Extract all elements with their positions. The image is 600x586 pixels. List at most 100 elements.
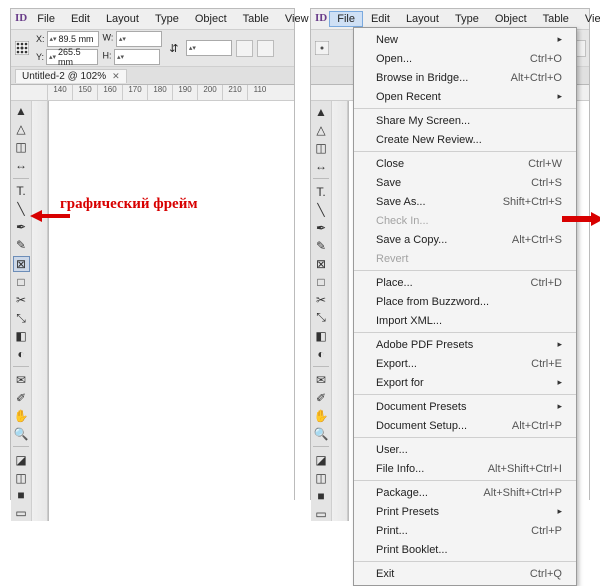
menu-layout[interactable]: Layout	[398, 11, 447, 27]
menu-item-place[interactable]: Place...Ctrl+D	[354, 273, 576, 292]
menu-item-open-recent[interactable]: Open Recent▸	[354, 87, 576, 106]
scissors-tool[interactable]: ✂	[313, 292, 329, 307]
menu-edit[interactable]: Edit	[363, 11, 398, 27]
x-label: X:	[36, 34, 45, 44]
note-tool[interactable]: ✉	[313, 372, 329, 387]
selection-tool[interactable]: ▲	[313, 104, 329, 119]
gradient-swatch-tool[interactable]: ◧	[13, 329, 29, 344]
fill-stroke[interactable]: ◪	[313, 452, 329, 467]
zoom-tool[interactable]: 🔍	[13, 426, 29, 441]
menu-item-user[interactable]: User...	[354, 440, 576, 459]
menu-item-export[interactable]: Export...Ctrl+E	[354, 354, 576, 373]
rectangle-frame-tool[interactable]: ⊠	[313, 256, 329, 271]
page-tool[interactable]: ◫	[13, 140, 29, 155]
menu-item-place-from-buzzword[interactable]: Place from Buzzword...	[354, 292, 576, 311]
gradient-feather-tool[interactable]: ◐	[313, 346, 329, 361]
close-icon[interactable]: ✕	[112, 71, 120, 82]
reference-point-icon[interactable]	[314, 40, 330, 56]
menu-item-save[interactable]: SaveCtrl+S	[354, 173, 576, 192]
screen-mode[interactable]: ▭	[13, 506, 29, 521]
zoom-tool[interactable]: 🔍	[313, 426, 329, 441]
menu-item-document-presets[interactable]: Document Presets▸	[354, 397, 576, 416]
line-tool[interactable]: ╲	[313, 202, 329, 217]
menu-item-document-setup[interactable]: Document Setup...Alt+Ctrl+P	[354, 416, 576, 435]
menu-item-open[interactable]: Open...Ctrl+O	[354, 49, 576, 68]
gap-tool[interactable]: ↔	[313, 158, 329, 173]
pen-tool[interactable]: ✒	[313, 220, 329, 235]
pencil-tool[interactable]: ✎	[313, 238, 329, 253]
gradient-feather-tool[interactable]: ◐	[13, 346, 29, 361]
menu-item-new[interactable]: New▸	[354, 30, 576, 49]
document-tab[interactable]: Untitled-2 @ 102% ✕	[15, 69, 127, 83]
direct-selection-tool[interactable]: △	[313, 122, 329, 137]
pen-tool[interactable]: ✒	[13, 220, 29, 235]
menu-item-print-booklet[interactable]: Print Booklet...	[354, 540, 576, 559]
menu-item-create-new-review[interactable]: Create New Review...	[354, 130, 576, 149]
hand-tool[interactable]: ✋	[313, 408, 329, 423]
menu-file[interactable]: File	[29, 11, 63, 27]
menu-item-shortcut: Alt+Shift+Ctrl+I	[488, 463, 562, 475]
menu-item-file-info[interactable]: File Info...Alt+Shift+Ctrl+I	[354, 459, 576, 478]
link-icon[interactable]: ⇵	[166, 40, 182, 56]
rotate-icon[interactable]	[257, 40, 274, 57]
gradient-swatch-tool[interactable]: ◧	[313, 328, 329, 343]
default-fill-stroke[interactable]: ◫	[13, 470, 29, 485]
eyedropper-tool[interactable]: ✐	[313, 390, 329, 405]
apply-color[interactable]: ■	[313, 488, 329, 503]
h-field[interactable]: ▴▾	[114, 49, 160, 65]
gap-tool[interactable]: ↔	[13, 158, 29, 173]
workspace: ▲ △ ◫ ↔ T. ╲ ✒ ✎ ⊠ □ ✂ ⤡ ◧ ◐ ✉ ✐ ✋ 🔍 ◪ ◫ ■ ▭	[11, 101, 294, 521]
y-field[interactable]: ▴▾265.5 mm	[46, 49, 98, 65]
selection-tool[interactable]: ▲	[13, 104, 29, 119]
default-fill-stroke[interactable]: ◫	[313, 470, 329, 485]
free-transform-tool[interactable]: ⤡	[13, 311, 29, 326]
x-field[interactable]: ▴▾89.5 mm	[47, 31, 99, 47]
menu-item-export-for[interactable]: Export for▸	[354, 373, 576, 392]
file-menu-dropdown[interactable]: New▸Open...Ctrl+OBrowse in Bridge...Alt+…	[353, 27, 577, 586]
type-tool[interactable]: T.	[313, 184, 329, 199]
rectangle-tool[interactable]: □	[313, 274, 329, 289]
menu-table[interactable]: Table	[535, 11, 577, 27]
menu-item-import-xml[interactable]: Import XML...	[354, 311, 576, 330]
menu-object[interactable]: Object	[187, 11, 235, 27]
rectangle-frame-tool[interactable]: ⊠	[13, 256, 30, 272]
menu-view[interactable]: View	[577, 11, 600, 27]
menu-item-print[interactable]: Print...Ctrl+P	[354, 521, 576, 540]
menu-type[interactable]: Type	[447, 11, 487, 27]
menu-item-package[interactable]: Package...Alt+Shift+Ctrl+P	[354, 483, 576, 502]
fill-stroke[interactable]: ◪	[13, 452, 29, 467]
pencil-tool[interactable]: ✎	[13, 238, 29, 253]
eyedropper-tool[interactable]: ✐	[13, 390, 29, 405]
menu-file-active[interactable]: File	[329, 11, 363, 27]
page-tool[interactable]: ◫	[313, 140, 329, 155]
free-transform-tool[interactable]: ⤡	[313, 310, 329, 325]
menu-type[interactable]: Type	[147, 11, 187, 27]
menu-item-share-my-screen[interactable]: Share My Screen...	[354, 111, 576, 130]
canvas[interactable]	[48, 101, 294, 521]
menu-table[interactable]: Table	[235, 11, 277, 27]
menu-item-adobe-pdf-presets[interactable]: Adobe PDF Presets▸	[354, 335, 576, 354]
menu-edit[interactable]: Edit	[63, 11, 98, 27]
menu-item-print-presets[interactable]: Print Presets▸	[354, 502, 576, 521]
menu-item-exit[interactable]: ExitCtrl+Q	[354, 564, 576, 583]
menu-item-save-a-copy[interactable]: Save a Copy...Alt+Ctrl+S	[354, 230, 576, 249]
flip-icon[interactable]	[236, 40, 253, 57]
apply-color[interactable]: ■	[13, 488, 29, 503]
menu-layout[interactable]: Layout	[98, 11, 147, 27]
menu-item-close[interactable]: CloseCtrl+W	[354, 154, 576, 173]
menu-item-save-as[interactable]: Save As...Shift+Ctrl+S	[354, 192, 576, 211]
line-tool[interactable]: ╲	[13, 202, 29, 217]
menu-object[interactable]: Object	[487, 11, 535, 27]
direct-selection-tool[interactable]: △	[13, 122, 29, 137]
note-tool[interactable]: ✉	[13, 372, 29, 387]
type-tool[interactable]: T.	[13, 184, 29, 199]
scissors-tool[interactable]: ✂	[13, 293, 29, 308]
screen-mode[interactable]: ▭	[313, 506, 329, 521]
w-field[interactable]: ▴▾	[116, 31, 162, 47]
reference-point-icon[interactable]	[14, 40, 30, 56]
menu-item-browse-in-bridge[interactable]: Browse in Bridge...Alt+Ctrl+O	[354, 68, 576, 87]
scale-x-field[interactable]: ▴▾	[186, 40, 232, 56]
menu-item-shortcut: Alt+Ctrl+P	[512, 420, 562, 432]
hand-tool[interactable]: ✋	[13, 408, 29, 423]
rectangle-tool[interactable]: □	[13, 275, 29, 290]
